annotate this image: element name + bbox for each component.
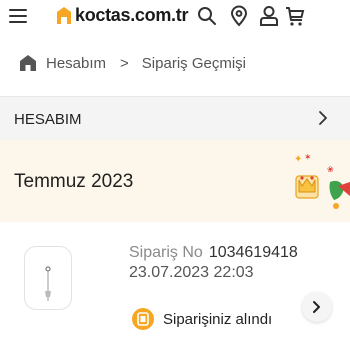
- svg-text:✦: ✦: [294, 154, 302, 165]
- chevron-right-icon: [313, 301, 320, 313]
- location-pin-icon[interactable]: [228, 5, 250, 27]
- month-banner: Temmuz 2023 ✦ ✶ ❀: [0, 140, 350, 222]
- search-icon[interactable]: [196, 5, 218, 27]
- account-title: HESABIM: [14, 111, 82, 128]
- order-detail-button[interactable]: [302, 292, 332, 322]
- home-icon[interactable]: [19, 54, 37, 72]
- top-navigation-bar: koctas.com.tr: [0, 0, 350, 36]
- koctas-logo-mark-icon: [57, 6, 71, 24]
- order-status: Siparişiniz alındı: [132, 308, 272, 330]
- breadcrumb-separator: >: [120, 54, 129, 72]
- breadcrumb: Hesabım > Sipariş Geçmişi: [19, 54, 246, 72]
- koctas-logo[interactable]: koctas.com.tr: [55, 5, 188, 26]
- breadcrumb-item-account[interactable]: Hesabım: [46, 55, 106, 72]
- order-card[interactable]: Sipariş No 1034619418 23.07.2023 22:03 Si…: [0, 222, 350, 350]
- order-number: Sipariş No 1034619418: [129, 244, 298, 262]
- product-image-icon: [45, 266, 51, 301]
- month-title: Temmuz 2023: [14, 171, 134, 192]
- order-received-icon: [132, 308, 154, 330]
- celebration-illustration-icon: ✦ ✶ ❀: [294, 152, 350, 209]
- order-number-label: Sipariş No: [129, 244, 203, 261]
- cart-icon[interactable]: [284, 5, 306, 27]
- order-date: 23.07.2023 22:03: [129, 264, 254, 281]
- logo-text: koctas.com.tr: [75, 5, 189, 25]
- account-menu-row[interactable]: HESABIM: [0, 96, 350, 140]
- breadcrumb-item-order-history: Sipariş Geçmişi: [141, 54, 246, 72]
- user-icon[interactable]: [258, 5, 280, 27]
- chevron-right-icon: [319, 111, 327, 125]
- order-number-value: 1034619418: [208, 244, 298, 261]
- svg-text:❀: ❀: [327, 165, 334, 174]
- product-thumbnail: [24, 246, 72, 310]
- order-status-text: Siparişiniz alındı: [163, 310, 273, 328]
- svg-text:✶: ✶: [304, 152, 312, 162]
- hamburger-menu-icon[interactable]: [9, 9, 27, 23]
